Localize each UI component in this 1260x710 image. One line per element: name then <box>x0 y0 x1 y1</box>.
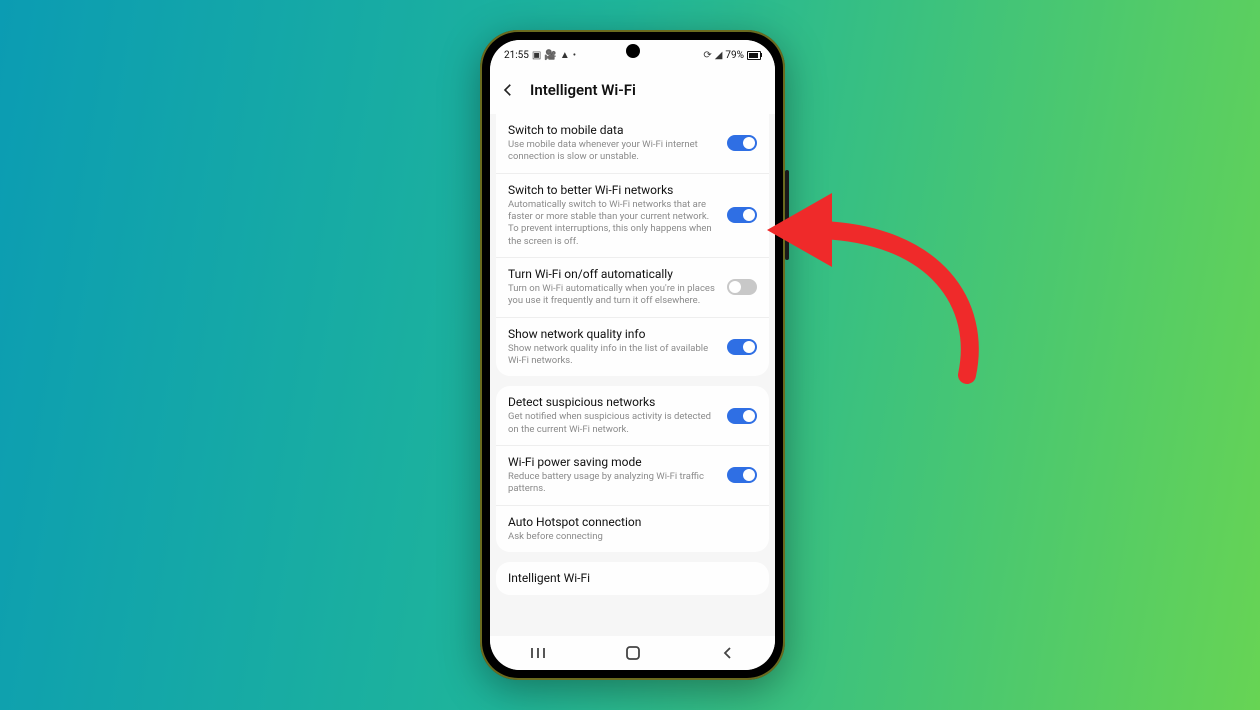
row-title: Wi-Fi power saving mode <box>508 455 717 470</box>
row-desc: Automatically switch to Wi-Fi networks t… <box>508 199 717 248</box>
chevron-left-icon <box>499 81 517 99</box>
row-auto-wifi-onoff[interactable]: Turn Wi-Fi on/off automatically Turn on … <box>496 258 769 318</box>
phone-frame: 21:55 ▣ 🎥 ▲ • ⟳ ◢ 79% <box>480 30 785 680</box>
front-camera <box>626 44 640 58</box>
row-desc: Show network quality info in the list of… <box>508 343 717 368</box>
row-detect-suspicious[interactable]: Detect suspicious networks Get notified … <box>496 386 769 446</box>
toggle-network-quality[interactable] <box>727 339 757 355</box>
home-icon <box>625 645 641 661</box>
toggle-switch-better-wifi[interactable] <box>727 207 757 223</box>
row-title: Show network quality info <box>508 327 717 342</box>
row-power-saving[interactable]: Wi-Fi power saving mode Reduce battery u… <box>496 446 769 506</box>
status-right: ⟳ ◢ 79% <box>703 50 761 61</box>
recents-icon <box>530 646 546 660</box>
status-icon-gallery: ▣ <box>532 50 541 61</box>
back-icon <box>721 646 735 660</box>
status-time: 21:55 <box>504 50 529 61</box>
status-icon-video: 🎥 <box>544 50 556 61</box>
status-icon-signal: ◢ <box>715 50 723 61</box>
toggle-power-saving[interactable] <box>727 467 757 483</box>
settings-group-2: Detect suspicious networks Get notified … <box>496 386 769 552</box>
status-icon-dot: • <box>573 50 576 61</box>
row-desc: Ask before connecting <box>508 531 757 543</box>
row-desc: Turn on Wi-Fi automatically when you're … <box>508 283 717 308</box>
row-title: Turn Wi-Fi on/off automatically <box>508 267 717 282</box>
row-intelligent-wifi-version[interactable]: Intelligent Wi-Fi <box>496 562 769 595</box>
system-nav-bar <box>490 636 775 670</box>
nav-home-button[interactable] <box>623 643 643 663</box>
row-switch-mobile-data[interactable]: Switch to mobile data Use mobile data wh… <box>496 114 769 174</box>
arrow-annotation <box>762 175 992 390</box>
row-switch-better-wifi[interactable]: Switch to better Wi-Fi networks Automati… <box>496 174 769 258</box>
battery-icon <box>747 51 761 60</box>
back-button[interactable] <box>496 78 520 102</box>
settings-group-1: Switch to mobile data Use mobile data wh… <box>496 114 769 376</box>
settings-group-3: Intelligent Wi-Fi <box>496 562 769 595</box>
row-title: Switch to mobile data <box>508 123 717 138</box>
toggle-detect-suspicious[interactable] <box>727 408 757 424</box>
row-title: Switch to better Wi-Fi networks <box>508 183 717 198</box>
row-desc: Reduce battery usage by analyzing Wi-Fi … <box>508 471 717 496</box>
status-icon-sync: ⟳ <box>703 50 711 61</box>
status-battery: 79% <box>725 50 744 61</box>
row-desc: Use mobile data whenever your Wi-Fi inte… <box>508 139 717 164</box>
settings-list[interactable]: Switch to mobile data Use mobile data wh… <box>490 114 775 636</box>
status-icon-up: ▲ <box>560 50 570 61</box>
nav-recents-button[interactable] <box>528 643 548 663</box>
row-network-quality[interactable]: Show network quality info Show network q… <box>496 318 769 377</box>
row-desc: Get notified when suspicious activity is… <box>508 411 717 436</box>
status-left: 21:55 ▣ 🎥 ▲ • <box>504 50 576 61</box>
toggle-auto-wifi-onoff[interactable] <box>727 279 757 295</box>
page-title: Intelligent Wi-Fi <box>530 81 636 99</box>
toggle-switch-mobile-data[interactable] <box>727 135 757 151</box>
row-title: Auto Hotspot connection <box>508 515 757 530</box>
row-title: Intelligent Wi-Fi <box>508 571 757 586</box>
phone-screen: 21:55 ▣ 🎥 ▲ • ⟳ ◢ 79% <box>490 40 775 670</box>
nav-back-button[interactable] <box>718 643 738 663</box>
row-auto-hotspot[interactable]: Auto Hotspot connection Ask before conne… <box>496 506 769 552</box>
page-header: Intelligent Wi-Fi <box>490 70 775 114</box>
row-title: Detect suspicious networks <box>508 395 717 410</box>
